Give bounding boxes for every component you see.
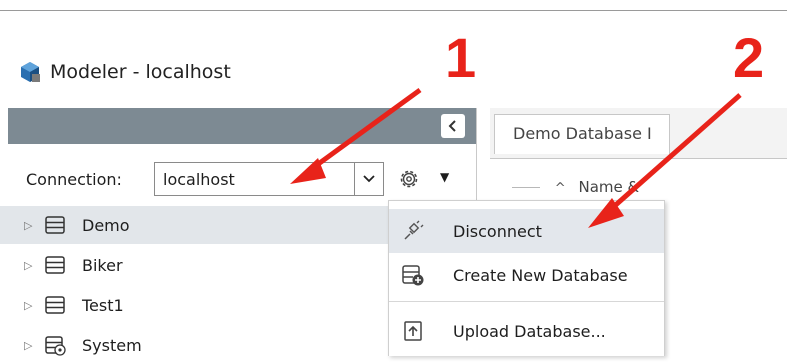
window-title: Modeler - localhost: [50, 61, 231, 83]
expand-icon[interactable]: ▷: [24, 259, 32, 272]
menu-item-upload-database[interactable]: Upload Database...: [389, 309, 664, 353]
chevron-left-icon: [448, 120, 456, 132]
tab-demo-database[interactable]: Demo Database I: [494, 114, 670, 154]
database-add-icon: [402, 265, 424, 286]
tree-item-system[interactable]: ▷ System: [0, 326, 390, 364]
connection-label: Connection:: [26, 170, 122, 189]
expand-icon[interactable]: ▷: [24, 219, 32, 232]
collapse-sidebar-button[interactable]: [441, 114, 465, 138]
gear-icon: [400, 170, 418, 188]
menu-item-create-new-database[interactable]: Create New Database: [389, 253, 664, 297]
connection-select[interactable]: localhost: [154, 162, 384, 196]
tab-content-border: [490, 158, 787, 159]
callout-number-2: 2: [733, 26, 765, 89]
tree-item-label: Biker: [82, 255, 123, 275]
connection-value: localhost: [163, 169, 235, 189]
top-border: [0, 10, 787, 11]
database-icon: [45, 296, 65, 314]
menu-item-label: Create New Database: [453, 265, 628, 285]
tree-item-label: Test1: [82, 295, 124, 315]
menu-item-disconnect[interactable]: Disconnect: [389, 209, 664, 253]
callout-number-1: 1: [445, 26, 477, 89]
database-icon: [45, 256, 65, 274]
window-title-bar: Modeler - localhost: [18, 58, 231, 86]
connection-dropdown-button[interactable]: [354, 163, 383, 195]
settings-button[interactable]: [394, 164, 424, 194]
tree-item-test1[interactable]: ▷ Test1: [0, 286, 390, 324]
chevron-down-icon: [363, 175, 375, 183]
tree-item-label: Demo: [82, 215, 130, 235]
menu-separator: [389, 301, 664, 302]
header-checkbox-line: [512, 187, 540, 188]
system-database-icon: [45, 336, 66, 356]
plug-icon: [404, 220, 424, 240]
column-header-label: Name &: [578, 178, 640, 196]
upload-icon: [404, 321, 422, 341]
expand-icon[interactable]: ▷: [24, 299, 32, 312]
expand-icon[interactable]: ▷: [24, 339, 32, 352]
menu-item-label: Upload Database...: [453, 321, 606, 341]
settings-context-menu: Disconnect Create New Database Upload Da…: [388, 200, 665, 356]
sort-ascending-icon: ^: [554, 181, 566, 196]
tab-label: Demo Database I: [513, 124, 652, 143]
sidebar-header: [8, 108, 476, 144]
database-icon: [45, 216, 65, 234]
app-logo-icon: [21, 62, 40, 82]
tree-item-demo[interactable]: ▷ Demo: [0, 206, 390, 244]
menu-item-label: Disconnect: [453, 221, 542, 241]
grid-column-header[interactable]: ^ Name &: [512, 178, 639, 196]
tree-item-biker[interactable]: ▷ Biker: [0, 246, 390, 284]
tree-item-label: System: [82, 335, 142, 355]
settings-dropdown-arrow[interactable]: ▼: [440, 170, 449, 184]
